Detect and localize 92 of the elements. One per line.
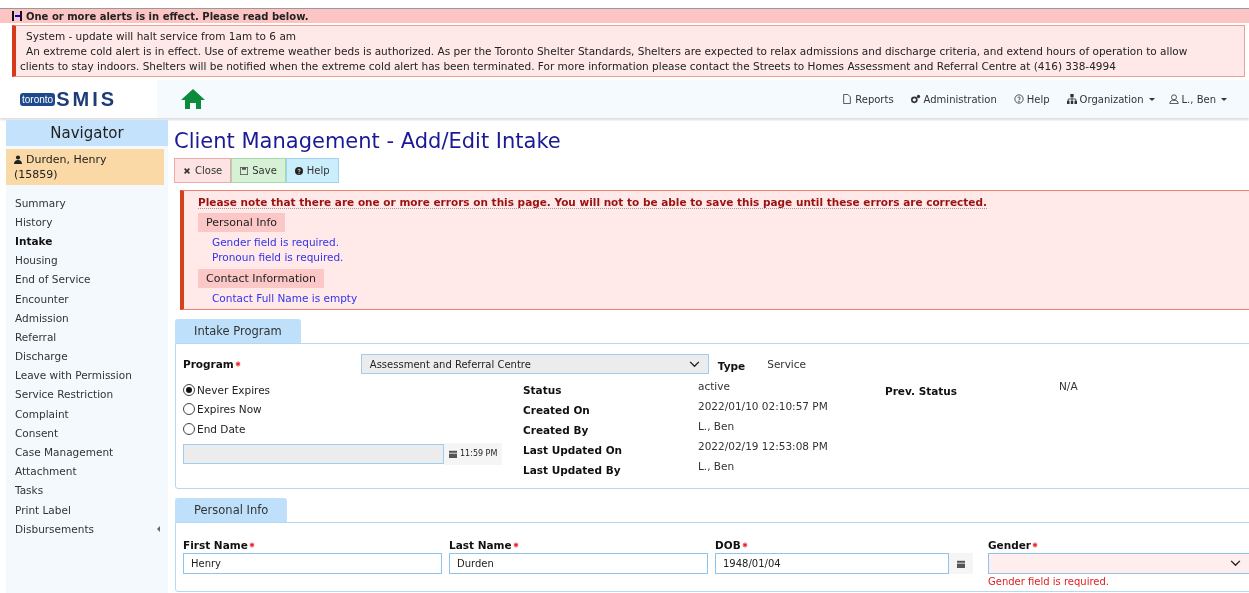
sidebar-item[interactable]: Intake <box>15 234 53 247</box>
page-title: Client Management - Add/Edit Intake <box>174 129 562 153</box>
field-label: Status <box>523 383 563 396</box>
calendar-button[interactable] <box>949 553 973 574</box>
sidebar-item[interactable]: Consent <box>15 426 59 439</box>
alert-bar-text: One or more alerts is in effect. Please read below. <box>26 10 309 22</box>
required-icon <box>248 542 255 548</box>
document-icon <box>842 94 853 104</box>
hierarchy-icon <box>1066 94 1077 104</box>
help-icon <box>1013 94 1024 104</box>
radio-option[interactable]: Expires Now <box>183 399 523 419</box>
user-icon <box>14 155 22 164</box>
required-icon <box>741 542 748 548</box>
radio-option[interactable]: End Date <box>183 419 523 439</box>
sidebar-item[interactable]: End of Service <box>15 273 91 286</box>
radio-option[interactable]: Never Expires <box>183 380 523 400</box>
error-link[interactable]: Pronoun field is required. <box>198 250 1249 265</box>
sidebar-item[interactable]: Admission <box>15 311 69 324</box>
field-label: DOB <box>715 539 741 551</box>
chevron-down-icon <box>688 360 700 368</box>
navigator-heading: Navigator <box>6 120 168 146</box>
input-field[interactable]: 1948/01/04 <box>715 553 949 574</box>
toolbar-button[interactable]: Help <box>285 158 339 183</box>
caret-icon[interactable] <box>157 525 160 532</box>
field-label: Prev. Status <box>885 384 959 399</box>
sidebar-item[interactable]: Housing <box>15 254 58 267</box>
sidebar-item[interactable]: Attachment <box>15 465 77 478</box>
gears-icon <box>910 94 921 104</box>
field-label: Last Name <box>449 539 512 551</box>
error-message: Please note that there are one or more errors on this page. You will not to be able to save this page until these errors are corrected. <box>198 196 987 209</box>
sidebar-item[interactable]: Complaint <box>15 407 69 420</box>
sidebar-item[interactable]: Tasks <box>15 484 44 497</box>
caret-icon <box>1148 97 1155 101</box>
sidebar-item[interactable]: Disbursements <box>15 522 94 535</box>
field-label: Type <box>717 360 746 372</box>
help-icon <box>294 166 303 175</box>
calendar-icon <box>957 559 965 568</box>
sidebar-item[interactable]: Leave with Permission <box>15 369 132 382</box>
field-value: active <box>698 380 731 394</box>
field-label: Created On <box>523 403 591 416</box>
field-value: Service <box>767 358 807 370</box>
close-icon <box>183 166 191 175</box>
sidebar-item[interactable]: Service Restriction <box>15 388 114 401</box>
nav-link[interactable]: Reports <box>842 93 897 105</box>
end-date-field[interactable] <box>183 443 444 464</box>
client-name: Durden, Henry <box>26 152 107 167</box>
nav-link[interactable]: Administration <box>910 93 1000 105</box>
sidebar-item[interactable]: Summary <box>15 196 66 209</box>
alert-message: System - update will halt service from 1am to 6 am <box>25 29 298 44</box>
error-link[interactable]: Gender field is required. <box>198 235 1249 250</box>
caret-icon <box>1221 97 1227 101</box>
field-value: L., Ben <box>698 460 736 474</box>
home-icon[interactable] <box>180 88 206 110</box>
field-value: L., Ben <box>698 420 736 434</box>
time-button[interactable]: 11:59 PM <box>444 442 503 465</box>
nav-link[interactable]: Organization <box>1066 93 1155 105</box>
field-label: Last Updated By <box>523 463 622 476</box>
sidebar-item[interactable]: Print Label <box>15 503 71 516</box>
sidebar-item[interactable]: History <box>15 215 53 228</box>
required-icon <box>1032 542 1039 548</box>
client-id: (15859) <box>14 168 58 181</box>
field-label: Gender <box>988 539 1032 551</box>
field-value: N/A <box>1059 380 1078 394</box>
input-field[interactable]: Durden <box>449 553 708 574</box>
user-icon <box>1168 94 1179 104</box>
toolbar-button[interactable]: Save <box>231 158 286 183</box>
field-error: Gender field is required. <box>988 576 1111 587</box>
sidebar-item[interactable]: Encounter <box>15 292 69 305</box>
field-label: Created By <box>523 423 590 436</box>
sidebar-item[interactable]: Case Management <box>15 446 114 459</box>
chevron-down-icon <box>1230 560 1241 567</box>
alert-bar[interactable]: One or more alerts is in effect. Please read below. <box>0 9 1249 23</box>
calendar-icon <box>449 449 457 458</box>
toolbar-button[interactable]: Close <box>174 158 232 183</box>
error-link[interactable]: Contact Full Name is empty <box>198 291 1249 306</box>
sidebar-item[interactable]: Discharge <box>15 350 68 363</box>
field-label: Last Updated On <box>523 443 624 456</box>
nav-link[interactable]: L., Ben <box>1168 93 1227 105</box>
collapse-icon[interactable] <box>12 11 22 21</box>
required-icon <box>512 542 519 548</box>
field-label: First Name <box>183 539 248 551</box>
input-field[interactable]: Henry <box>183 553 442 574</box>
logo[interactable]: toronto SMIS <box>0 80 157 118</box>
nav-link[interactable]: Help <box>1013 93 1053 105</box>
alert-message: An extreme cold alert is in effect. Use of extreme weather beds is authorized. As per the Toronto Shelter Standards, Shelters are expected to relax admissions and discharge criteria, and extend hours of operation to allow clients to stay indoors. Shelters will be notified when the extreme cold alert has been terminated. For more information please contact the Streets to Homes Assessment and Referral Centre at (416) 338-4994 <box>20 44 1189 74</box>
field-value: 2022/01/10 02:10:57 PM <box>698 400 829 414</box>
sidebar-item[interactable]: Referral <box>15 330 57 343</box>
program-select[interactable]: Assessment and Referral Centre <box>360 354 709 374</box>
field-value: 2022/02/19 12:53:08 PM <box>698 440 829 454</box>
error-group-heading: Contact Information <box>198 269 324 288</box>
error-group-heading: Personal Info <box>198 213 286 232</box>
field-label: Program <box>183 358 234 370</box>
